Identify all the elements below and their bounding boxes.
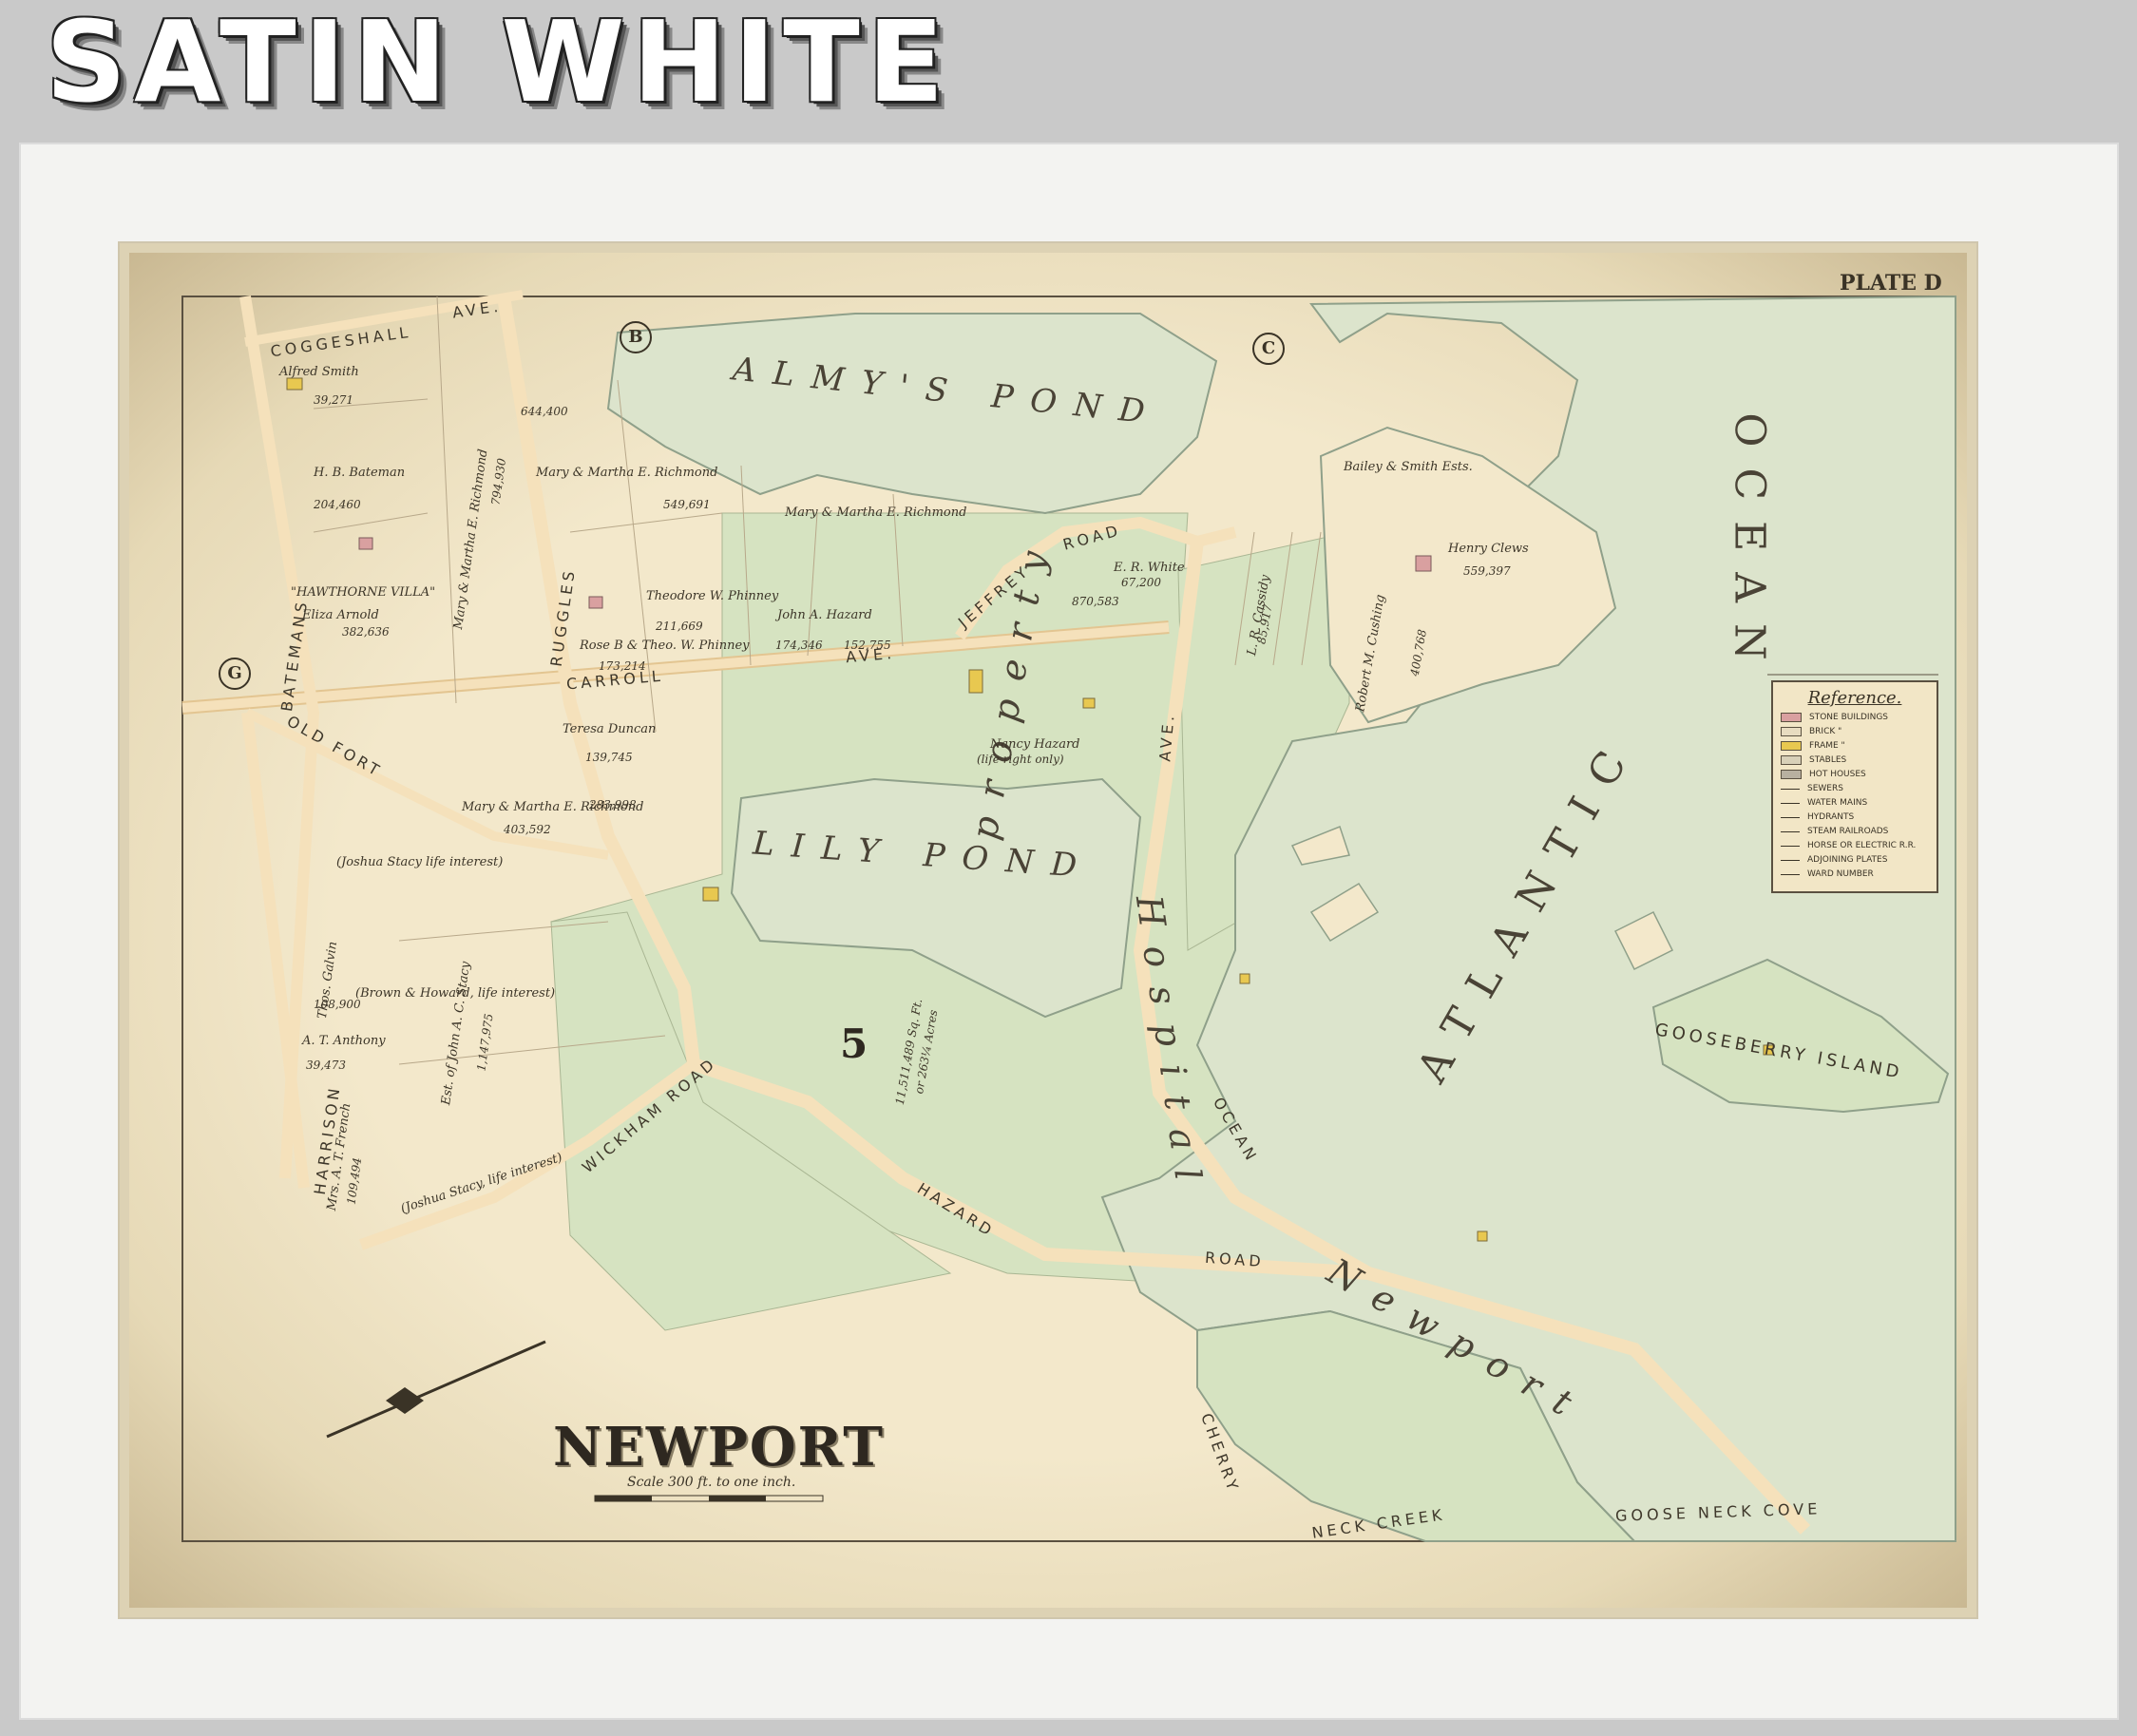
adjoining-plate-c: C bbox=[1252, 333, 1285, 365]
legend-label: STONE BUILDINGS bbox=[1809, 713, 1889, 722]
area-870583: 870,583 bbox=[1072, 595, 1119, 608]
legend-row: BRICK " bbox=[1781, 727, 1929, 736]
owner-henry-clews: Henry Clews bbox=[1448, 542, 1529, 556]
ocean-label: OCEAN bbox=[1725, 412, 1774, 681]
area-283998: 283,998 bbox=[589, 798, 637, 811]
map-title: NEWPORT bbox=[553, 1416, 885, 1478]
owner-richmond-3: Mary & Martha E. Richmond bbox=[785, 506, 967, 520]
area-richmond-2: 549,691 bbox=[663, 498, 711, 511]
legend-label: SEWERS bbox=[1807, 784, 1843, 793]
legend-swatch bbox=[1781, 727, 1802, 736]
owner-teresa-duncan: Teresa Duncan bbox=[563, 722, 657, 736]
legend-label: FRAME " bbox=[1809, 741, 1845, 751]
legend-row: HYDRANTS bbox=[1781, 812, 1929, 822]
area-644400: 644,400 bbox=[521, 405, 568, 418]
legend-line bbox=[1781, 830, 1800, 832]
owner-richmond-2: Mary & Martha E. Richmond bbox=[536, 466, 718, 480]
legend-line bbox=[1781, 816, 1800, 818]
adjoining-plate-g: G bbox=[219, 658, 251, 690]
owner-bailey-smith: Bailey & Smith Ests. bbox=[1344, 460, 1473, 474]
area-rose-phinney: 173,214 bbox=[599, 659, 646, 673]
legend-label: STEAM RAILROADS bbox=[1807, 827, 1889, 836]
legend-label: BRICK " bbox=[1809, 727, 1842, 736]
owner-nancy-hazard: Nancy Hazard bbox=[990, 737, 1080, 752]
owner-alfred-smith: Alfred Smith bbox=[279, 365, 359, 379]
legend-title: Reference. bbox=[1807, 688, 1902, 708]
legend-line bbox=[1781, 788, 1800, 790]
area-er-white: 67,200 bbox=[1121, 576, 1161, 589]
area-theodore-phinney: 211,669 bbox=[656, 620, 703, 633]
compass-rose bbox=[326, 1340, 546, 1439]
owner-hawthorne-villa: "HAWTHORNE VILLA" bbox=[291, 585, 436, 600]
legend-label: STABLES bbox=[1809, 755, 1847, 765]
area-nancy-hazard: (life right only) bbox=[977, 753, 1064, 766]
legend-row: WARD NUMBER bbox=[1781, 869, 1929, 879]
legend-line bbox=[1781, 802, 1800, 804]
legend-label: WARD NUMBER bbox=[1807, 869, 1874, 879]
legend-line bbox=[1781, 859, 1800, 861]
owner-er-white: E. R. White bbox=[1114, 561, 1185, 575]
owner-joshua-stacy-1: (Joshua Stacy life interest) bbox=[336, 855, 504, 869]
area-thos-galvin: 108,900 bbox=[314, 998, 361, 1011]
adjoining-plate-b: B bbox=[620, 321, 652, 353]
legend-swatch bbox=[1781, 755, 1802, 765]
legend-row: SEWERS bbox=[1781, 784, 1929, 793]
owner-john-hazard: John A. Hazard bbox=[777, 608, 872, 622]
area-eliza-arnold: 382,636 bbox=[342, 625, 390, 639]
legend-row: STEAM RAILROADS bbox=[1781, 827, 1929, 836]
area-at-anthony: 39,473 bbox=[306, 1059, 346, 1072]
legend-row: HORSE OR ELECTRIC R.R. bbox=[1781, 841, 1929, 850]
scale-text: Scale 300 ft. to one inch. bbox=[627, 1475, 796, 1490]
legend-label: WATER MAINS bbox=[1807, 798, 1868, 808]
legend-swatch bbox=[1781, 713, 1802, 722]
legend-label: HORSE OR ELECTRIC R.R. bbox=[1807, 841, 1917, 850]
legend-swatch bbox=[1781, 741, 1802, 751]
legend-line bbox=[1781, 873, 1800, 875]
legend-row: STABLES bbox=[1781, 755, 1929, 765]
legend-label: ADJOINING PLATES bbox=[1807, 855, 1888, 865]
owner-at-anthony: A. T. Anthony bbox=[302, 1034, 386, 1048]
legend-label: HOT HOUSES bbox=[1809, 770, 1866, 779]
area-teresa-duncan: 139,745 bbox=[585, 751, 633, 764]
scale-bar bbox=[594, 1495, 824, 1502]
area-john-hazard: 174,346 bbox=[775, 639, 823, 652]
area-richmond-4: 403,592 bbox=[504, 823, 551, 836]
legend-row: HOT HOUSES bbox=[1781, 770, 1929, 779]
area-henry-clews: 559,397 bbox=[1463, 564, 1511, 578]
ward-number: 5 bbox=[840, 1021, 868, 1067]
plate-label: PLATE D bbox=[1840, 271, 1942, 296]
owner-bateman: H. B. Bateman bbox=[314, 466, 406, 480]
area-alfred-smith: 39,271 bbox=[314, 393, 353, 407]
legend-line bbox=[1781, 845, 1800, 847]
legend-row: ADJOINING PLATES bbox=[1781, 855, 1929, 865]
legend-row: WATER MAINS bbox=[1781, 798, 1929, 808]
owner-rose-phinney: Rose B & Theo. W. Phinney bbox=[580, 639, 750, 653]
legend: Reference. STONE BUILDINGS BRICK " FRAME… bbox=[1771, 680, 1938, 893]
owner-theodore-phinney: Theodore W. Phinney bbox=[646, 589, 779, 603]
legend-row: FRAME " bbox=[1781, 741, 1929, 751]
area-bateman: 204,460 bbox=[314, 498, 361, 511]
legend-label: HYDRANTS bbox=[1807, 812, 1855, 822]
owner-eliza-arnold: Eliza Arnold bbox=[302, 608, 379, 622]
legend-row: STONE BUILDINGS bbox=[1781, 713, 1929, 722]
legend-swatch bbox=[1781, 770, 1802, 779]
area-152755: 152,755 bbox=[844, 639, 891, 652]
